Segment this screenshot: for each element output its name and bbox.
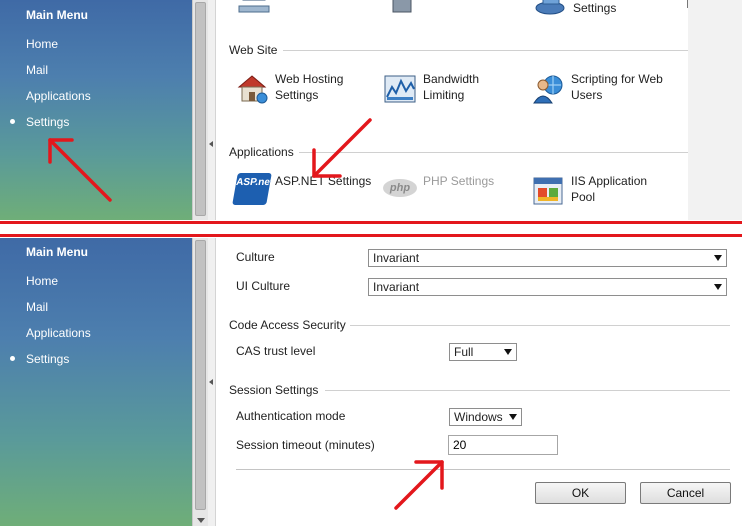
authentication-mode-label: Authentication mode [236,409,346,423]
pane-splitter[interactable] [208,238,216,526]
feature-label: Settings [573,1,617,15]
iis-window-icon [533,177,563,205]
feature-tools-partial[interactable] [385,0,515,18]
ui-culture-select[interactable]: Invariant [368,278,727,296]
pane-splitter[interactable] [208,0,216,220]
feature-bandwidth-limiting[interactable]: Bandwidth Limiting [383,71,523,107]
feature-web-hosting-settings[interactable]: Web Hosting Settings [235,71,375,107]
cas-trust-level-value: Full [454,345,474,359]
group-title-web-site: Web Site [229,43,278,57]
chevron-down-icon [714,255,722,261]
sidebar-scrollbar[interactable] [192,0,208,220]
culture-label: Culture [236,250,275,264]
divider-gap [0,224,742,234]
sidebar-title: Main Menu [26,8,88,22]
ok-button[interactable]: OK [535,482,626,504]
tools-icon [392,0,412,13]
ui-culture-label: UI Culture [236,279,291,293]
feature-label: PHP Settings [423,174,495,188]
disk-settings-icon [535,0,565,15]
top-screenshot-panel: Main Menu Home Mail Applications Setting… [0,0,742,220]
sidebar: Main Menu Home Mail Applications Setting… [0,0,192,220]
sidebar-item-mail[interactable]: Mail [26,300,48,314]
sidebar-scrollbar[interactable] [192,238,208,526]
feature-scripting-for-web-users[interactable]: Scripting for Web Users [531,71,681,107]
selected-bullet-icon [10,119,15,124]
selected-bullet-icon [10,356,15,361]
sidebar-title: Main Menu [26,245,88,259]
chevron-down-icon [714,284,722,290]
scrollbar-thumb[interactable] [195,240,206,510]
feature-settings-partial[interactable]: Settings [533,0,673,18]
feature-label: IIS Application Pool [571,174,648,204]
collapse-arrow-icon[interactable] [209,379,213,385]
group-title-code-access-security: Code Access Security [229,318,346,332]
feature-label: Scripting for Web Users [571,72,663,102]
web-hosting-icon [237,75,268,104]
ui-culture-value: Invariant [373,280,420,294]
authentication-mode-select[interactable]: Windows [449,408,522,426]
group-title-applications: Applications [229,145,294,159]
feature-iis-application-pool[interactable]: IIS Application Pool [531,173,681,209]
sidebar-item-home[interactable]: Home [26,37,58,51]
feature-aspnet-settings[interactable]: ASP.net ASP.NET Settings [232,173,375,209]
feature-label: Web Hosting Settings [275,72,344,102]
feature-php-settings[interactable]: php PHP Settings [383,173,523,209]
form-footer-divider [236,469,730,470]
sidebar-item-settings[interactable]: Settings [26,352,69,366]
feature-label: ASP.NET Settings [275,174,372,188]
group-divider [325,390,730,391]
collapse-arrow-icon[interactable] [209,141,213,147]
chevron-down-icon [504,349,512,355]
sidebar: Main Menu Home Mail Applications Setting… [0,238,192,526]
annotation-divider-line [0,234,742,237]
group-title-session-settings: Session Settings [229,383,319,397]
right-gutter [688,0,742,220]
sidebar-item-applications[interactable]: Applications [26,326,91,340]
scroll-down-arrow-icon[interactable] [197,518,205,523]
settings-form: Culture Invariant UI Culture Invariant C… [217,238,742,526]
culture-select[interactable]: Invariant [368,249,727,267]
bottom-screenshot-panel: Main Menu Home Mail Applications Setting… [0,238,742,526]
cas-trust-level-label: CAS trust level [236,344,316,358]
bandwidth-chart-icon [384,75,416,103]
aspnet-logo-icon: ASP.net [232,173,274,205]
sidebar-item-mail[interactable]: Mail [26,63,48,77]
session-timeout-label: Session timeout (minutes) [236,438,375,452]
sidebar-item-settings[interactable]: Settings [26,115,69,129]
culture-value: Invariant [373,251,420,265]
feature-network-partial[interactable] [237,0,367,18]
group-divider [350,325,730,326]
feature-label: Bandwidth Limiting [423,72,480,102]
sidebar-item-home[interactable]: Home [26,274,58,288]
cas-trust-level-select[interactable]: Full [449,343,517,361]
php-logo-icon: php [383,179,417,197]
scrollbar-thumb[interactable] [195,2,206,216]
network-icon [238,0,270,13]
features-content: Settings Web Site Web Hosting Settings B… [217,0,742,220]
user-globe-icon [533,75,563,104]
group-divider [283,50,688,51]
authentication-mode-value: Windows [454,410,503,424]
cancel-button[interactable]: Cancel [640,482,731,504]
chevron-down-icon [509,414,517,420]
sidebar-item-applications[interactable]: Applications [26,89,91,103]
group-divider [299,152,688,153]
session-timeout-input[interactable] [448,435,558,455]
